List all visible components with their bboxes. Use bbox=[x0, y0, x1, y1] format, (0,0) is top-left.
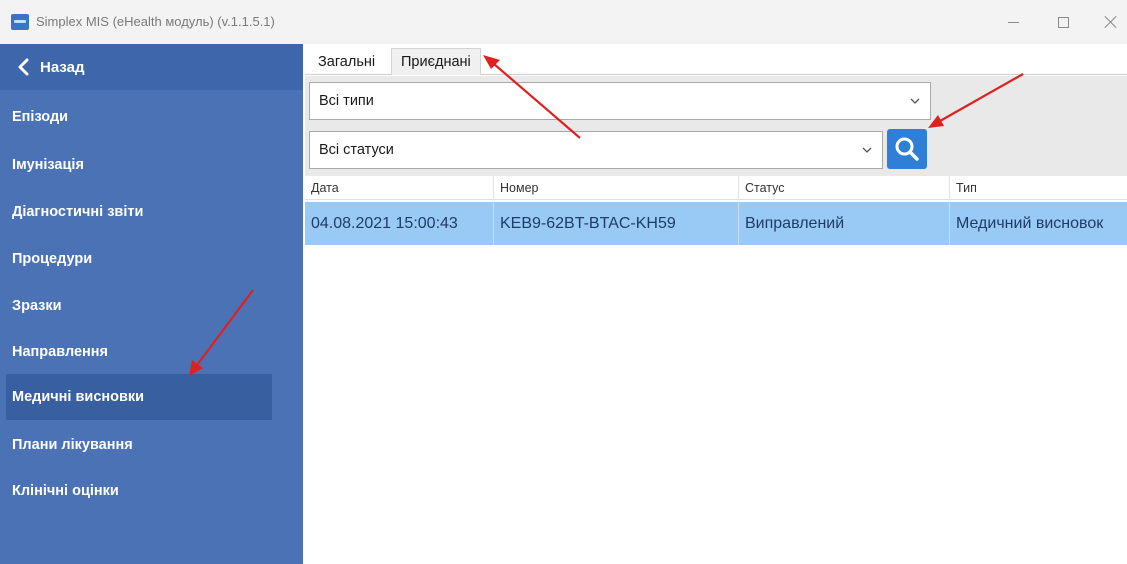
search-icon bbox=[895, 137, 919, 161]
table-row[interactable]: 04.08.2021 15:00:43 KEB9-62BT-BTAC-KH59 … bbox=[305, 202, 1127, 245]
sidebar-item-specimens[interactable]: Зразки bbox=[6, 283, 272, 329]
results-table: Дата Номер Статус Тип 04.08.2021 15:00:4… bbox=[305, 176, 1127, 564]
app-icon bbox=[11, 14, 29, 30]
sidebar-item-immunization[interactable]: Імунізація bbox=[6, 142, 272, 188]
maximize-icon bbox=[1057, 16, 1069, 28]
column-header-type[interactable]: Тип bbox=[949, 176, 1127, 200]
filter-panel: Всі типи Всі статуси bbox=[305, 76, 1127, 176]
cell-type: Медичний висновок bbox=[949, 202, 1127, 245]
back-label: Назад bbox=[40, 59, 85, 76]
sidebar-item-episodes[interactable]: Епізоди bbox=[6, 94, 272, 140]
title-bar: Simplex MIS (eHealth модуль) (v.1.1.5.1) bbox=[0, 0, 1127, 44]
column-header-status[interactable]: Статус bbox=[738, 176, 949, 200]
sidebar-item-medical-conclusions[interactable]: Медичні висновки bbox=[6, 374, 272, 420]
maximize-button[interactable] bbox=[1040, 6, 1086, 38]
table-header: Дата Номер Статус Тип bbox=[305, 176, 1127, 200]
sidebar-item-referrals[interactable]: Направлення bbox=[6, 329, 272, 375]
status-select-value: Всі статуси bbox=[319, 142, 394, 158]
column-header-number[interactable]: Номер bbox=[493, 176, 738, 200]
search-button[interactable] bbox=[887, 129, 927, 169]
app-window: Simplex MIS (eHealth модуль) (v.1.1.5.1)… bbox=[0, 0, 1127, 564]
minimize-button[interactable] bbox=[990, 6, 1036, 38]
cell-status: Виправлений bbox=[738, 202, 949, 245]
window-title: Simplex MIS (eHealth модуль) (v.1.1.5.1) bbox=[36, 14, 275, 29]
back-button[interactable]: Назад bbox=[0, 44, 303, 90]
cell-number: KEB9-62BT-BTAC-KH59 bbox=[493, 202, 738, 245]
type-select-value: Всі типи bbox=[319, 93, 374, 109]
chevron-down-icon bbox=[910, 98, 920, 104]
status-select[interactable]: Всі статуси bbox=[309, 131, 883, 169]
chevron-down-icon bbox=[862, 147, 872, 153]
sidebar-item-treatment-plans[interactable]: Плани лікування bbox=[6, 422, 272, 468]
sidebar-item-clinical-assessments[interactable]: Клінічні оцінки bbox=[6, 468, 272, 514]
tab-attached[interactable]: Приєднані bbox=[391, 48, 481, 75]
chevron-left-icon bbox=[18, 58, 29, 76]
column-header-date[interactable]: Дата bbox=[305, 176, 493, 200]
close-button[interactable] bbox=[1088, 6, 1127, 38]
tab-bar: Загальні Приєднані bbox=[305, 44, 1127, 75]
close-icon bbox=[1105, 16, 1117, 28]
minimize-icon bbox=[1007, 21, 1019, 23]
tab-general[interactable]: Загальні bbox=[309, 48, 384, 75]
sidebar-item-procedures[interactable]: Процедури bbox=[6, 236, 272, 282]
type-select[interactable]: Всі типи bbox=[309, 82, 931, 120]
sidebar-item-diagnostic-reports[interactable]: Діагностичні звіти bbox=[6, 189, 272, 235]
sidebar: Назад Епізоди Імунізація Діагностичні зв… bbox=[0, 44, 303, 564]
cell-date: 04.08.2021 15:00:43 bbox=[311, 214, 458, 232]
